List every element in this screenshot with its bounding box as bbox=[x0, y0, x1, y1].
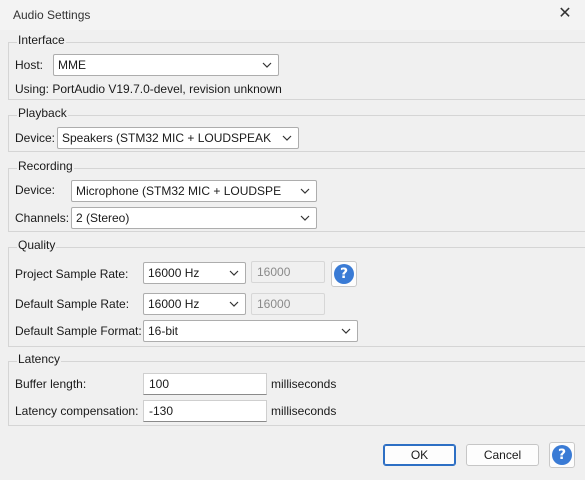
project-sample-rate-label: Project Sample Rate: bbox=[15, 267, 129, 281]
recording-device-select[interactable]: Microphone (STM32 MIC + LOUDSPE bbox=[71, 180, 317, 202]
latency-group: Latency Buffer length: milliseconds Late… bbox=[8, 352, 585, 426]
channels-select[interactable]: 2 (Stereo) bbox=[71, 207, 317, 229]
default-sample-rate-value: 16000 Hz bbox=[148, 297, 200, 311]
interface-group: Interface Host: MME Using: PortAudio V19… bbox=[8, 33, 585, 100]
chevron-down-icon bbox=[300, 181, 310, 201]
chevron-down-icon bbox=[229, 263, 239, 283]
buffer-length-label: Buffer length: bbox=[15, 377, 87, 391]
help-button[interactable]: ? bbox=[549, 442, 575, 468]
default-sample-format-select[interactable]: 16-bit bbox=[143, 320, 358, 342]
playback-device-label: Device: bbox=[15, 131, 56, 145]
using-text: Using: PortAudio V19.7.0-devel, revision… bbox=[15, 82, 282, 96]
project-sample-rate-value: 16000 Hz bbox=[148, 266, 200, 280]
recording-device-label: Device: bbox=[15, 183, 56, 197]
chevron-down-icon bbox=[300, 208, 310, 228]
chevron-down-icon bbox=[282, 128, 292, 148]
latency-compensation-label: Latency compensation: bbox=[15, 404, 139, 418]
window-title: Audio Settings bbox=[13, 8, 91, 22]
default-sample-format-value: 16-bit bbox=[148, 324, 179, 338]
buffer-length-input[interactable] bbox=[143, 373, 267, 395]
channels-label: Channels: bbox=[15, 211, 70, 225]
playback-group: Playback Device: Speakers (STM32 MIC + L… bbox=[8, 106, 585, 152]
quality-legend: Quality bbox=[17, 238, 57, 252]
ok-button[interactable]: OK bbox=[383, 444, 456, 466]
interface-legend: Interface bbox=[17, 33, 66, 47]
cancel-button[interactable]: Cancel bbox=[466, 444, 539, 466]
close-icon[interactable]: ✕ bbox=[553, 3, 577, 25]
help-icon: ? bbox=[552, 445, 572, 465]
latency-compensation-unit: milliseconds bbox=[271, 404, 337, 418]
chevron-down-icon bbox=[341, 321, 351, 341]
default-sample-format-label: Default Sample Format: bbox=[15, 324, 142, 338]
recording-group: Recording Device: Microphone (STM32 MIC … bbox=[8, 159, 585, 232]
playback-device-select[interactable]: Speakers (STM32 MIC + LOUDSPEAK bbox=[57, 127, 299, 149]
title-bar: Audio Settings ✕ bbox=[0, 0, 585, 30]
help-icon: ? bbox=[334, 264, 354, 284]
recording-legend: Recording bbox=[17, 159, 74, 173]
latency-compensation-input[interactable] bbox=[143, 400, 267, 422]
playback-legend: Playback bbox=[17, 106, 68, 120]
host-select[interactable]: MME bbox=[53, 54, 279, 76]
default-sample-rate-label: Default Sample Rate: bbox=[15, 297, 130, 311]
project-sample-rate-select[interactable]: 16000 Hz bbox=[143, 262, 246, 284]
sample-rate-help-button[interactable]: ? bbox=[331, 261, 357, 287]
channels-value: 2 (Stereo) bbox=[76, 211, 130, 225]
default-sample-rate-custom: 16000 bbox=[251, 293, 325, 315]
host-select-value: MME bbox=[58, 58, 86, 72]
recording-device-value: Microphone (STM32 MIC + LOUDSPE bbox=[76, 184, 282, 198]
host-label: Host: bbox=[15, 58, 44, 72]
playback-device-value: Speakers (STM32 MIC + LOUDSPEAK bbox=[62, 131, 272, 145]
buffer-length-unit: milliseconds bbox=[271, 377, 337, 391]
chevron-down-icon bbox=[262, 55, 272, 75]
default-sample-rate-select[interactable]: 16000 Hz bbox=[143, 293, 246, 315]
chevron-down-icon bbox=[229, 294, 239, 314]
project-sample-rate-custom: 16000 bbox=[251, 261, 325, 283]
quality-group: Quality Project Sample Rate: 16000 Hz 16… bbox=[8, 238, 585, 347]
latency-legend: Latency bbox=[17, 352, 62, 366]
